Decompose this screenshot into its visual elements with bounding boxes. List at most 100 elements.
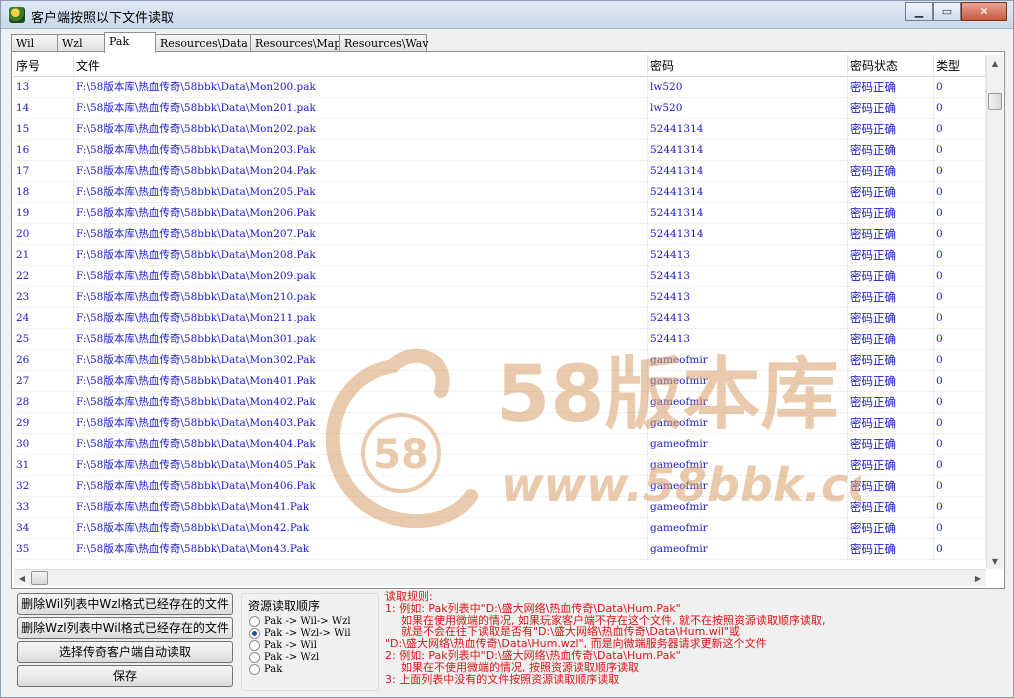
tab-pak[interactable]: Pak <box>104 32 156 53</box>
table-row[interactable]: 17 F:\58版本库\热血传奇\58bbk\Data\Mon204.Pak 524… <box>14 161 986 182</box>
row-password-status: 密码正确 <box>848 119 934 140</box>
row-password: 524413 <box>648 266 848 287</box>
save-button[interactable]: 保存 <box>17 665 233 687</box>
table-row[interactable]: 31 F:\58版本库\热血传奇\58bbk\Data\Mon405.Pak gam… <box>14 455 986 476</box>
table-row[interactable]: 20 F:\58版本库\热血传奇\58bbk\Data\Mon207.Pak 524… <box>14 224 986 245</box>
row-password-status: 密码正确 <box>848 161 934 182</box>
vertical-scrollbar[interactable]: ▲ ▼ <box>986 55 1003 569</box>
scroll-down-arrow-icon[interactable]: ▼ <box>987 553 1003 569</box>
table-row[interactable]: 28 F:\58版本库\热血传奇\58bbk\Data\Mon402.Pak gam… <box>14 392 986 413</box>
row-password: 524413 <box>648 308 848 329</box>
row-file-path: F:\58版本库\热血传奇\58bbk\Data\Mon406.Pak <box>74 476 648 497</box>
row-password-status: 密码正确 <box>848 140 934 161</box>
row-password: gameofmir <box>648 518 848 539</box>
table-row[interactable]: 19 F:\58版本库\热血传奇\58bbk\Data\Mon206.Pak 524… <box>14 203 986 224</box>
radio-circle-icon[interactable] <box>249 651 260 663</box>
table-row[interactable]: 15 F:\58版本库\热血传奇\58bbk\Data\Mon202.pak 524… <box>14 119 986 140</box>
column-header-index[interactable]: 序号 <box>14 55 74 77</box>
tab-wil[interactable]: Wil <box>11 34 58 52</box>
row-password-status: 密码正确 <box>848 182 934 203</box>
delete-wil-duplicates-button[interactable]: 删除Wil列表中Wzl格式已经存在的文件 <box>17 593 233 615</box>
row-type: 0 <box>934 413 986 434</box>
radio-circle-icon[interactable] <box>249 615 260 627</box>
table-row[interactable]: 29 F:\58版本库\热血传奇\58bbk\Data\Mon403.Pak gam… <box>14 413 986 434</box>
row-file-path: F:\58版本库\热血传奇\58bbk\Data\Mon204.Pak <box>74 161 648 182</box>
row-password: gameofmir <box>648 350 848 371</box>
row-password-status: 密码正确 <box>848 245 934 266</box>
read-order-radio[interactable]: Pak <box>249 663 282 675</box>
row-index: 30 <box>14 434 74 455</box>
row-file-path: F:\58版本库\热血传奇\58bbk\Data\Mon208.Pak <box>74 245 648 266</box>
column-header-password[interactable]: 密码 <box>648 55 848 77</box>
maximize-button[interactable]: ▭ <box>933 2 961 21</box>
column-header-password-status[interactable]: 密码状态 <box>848 55 934 77</box>
rules-line: 2: 例如: Pak列表中"D:\盛大网络\热血传奇\Data\Hum.Pak" <box>385 648 681 662</box>
title-bar[interactable]: 客户端按照以下文件读取 ▁ ▭ ✕ <box>1 1 1013 29</box>
row-file-path: F:\58版本库\热血传奇\58bbk\Data\Mon205.Pak <box>74 182 648 203</box>
table-row[interactable]: 13 F:\58版本库\热血传奇\58bbk\Data\Mon200.pak lw5… <box>14 77 986 98</box>
table-row[interactable]: 32 F:\58版本库\热血传奇\58bbk\Data\Mon406.Pak gam… <box>14 476 986 497</box>
radio-circle-icon[interactable] <box>249 663 260 675</box>
table-row[interactable]: 33 F:\58版本库\热血传奇\58bbk\Data\Mon41.Pak game… <box>14 497 986 518</box>
row-type: 0 <box>934 266 986 287</box>
read-order-radio[interactable]: Pak -> Wzl-> Wil <box>249 627 351 639</box>
table-row[interactable]: 24 F:\58版本库\热血传奇\58bbk\Data\Mon211.pak 524… <box>14 308 986 329</box>
row-index: 18 <box>14 182 74 203</box>
read-rules: 读取规则: 1: 例如: Pak列表中"D:\盛大网络\热血传奇\Data\Hu… <box>385 591 1005 685</box>
tab-resources-data[interactable]: Resources\Data <box>155 34 251 52</box>
table-row[interactable]: 26 F:\58版本库\热血传奇\58bbk\Data\Mon302.Pak gam… <box>14 350 986 371</box>
vertical-scroll-thumb[interactable] <box>988 93 1002 110</box>
tab-wzl[interactable]: Wzl <box>57 34 105 52</box>
row-type: 0 <box>934 518 986 539</box>
scroll-up-arrow-icon[interactable]: ▲ <box>987 55 1003 71</box>
column-header-file[interactable]: 文件 <box>74 55 648 77</box>
delete-wzl-duplicates-button[interactable]: 删除Wzl列表中Wil格式已经存在的文件 <box>17 617 233 639</box>
close-button[interactable]: ✕ <box>961 2 1007 21</box>
minimize-button[interactable]: ▁ <box>905 2 933 21</box>
row-password: gameofmir <box>648 413 848 434</box>
table-row[interactable]: 25 F:\58版本库\热血传奇\58bbk\Data\Mon301.pak 524… <box>14 329 986 350</box>
row-file-path: F:\58版本库\热血传奇\58bbk\Data\Mon401.Pak <box>74 371 648 392</box>
table-row[interactable]: 18 F:\58版本库\热血传奇\58bbk\Data\Mon205.Pak 524… <box>14 182 986 203</box>
app-icon <box>9 7 25 23</box>
table-row[interactable]: 35 F:\58版本库\热血传奇\58bbk\Data\Mon43.Pak game… <box>14 539 986 560</box>
row-password: 52441314 <box>648 161 848 182</box>
horizontal-scroll-thumb[interactable] <box>31 571 48 585</box>
table-row[interactable]: 16 F:\58版本库\热血传奇\58bbk\Data\Mon203.Pak 524… <box>14 140 986 161</box>
row-type: 0 <box>934 350 986 371</box>
rules-line: 1: 例如: Pak列表中"D:\盛大网络\热血传奇\Data\Hum.Pak" <box>385 601 681 615</box>
row-index: 20 <box>14 224 74 245</box>
tab-resources-wav[interactable]: Resources\Wav <box>339 34 429 52</box>
row-type: 0 <box>934 497 986 518</box>
row-password: lw520 <box>648 98 848 119</box>
row-password-status: 密码正确 <box>848 350 934 371</box>
table-row[interactable]: 14 F:\58版本库\热血传奇\58bbk\Data\Mon201.pak lw5… <box>14 98 986 119</box>
radio-circle-icon[interactable] <box>249 627 260 639</box>
row-file-path: F:\58版本库\热血传奇\58bbk\Data\Mon404.Pak <box>74 434 648 455</box>
read-order-radio[interactable]: Pak -> Wzl <box>249 651 319 663</box>
table-row[interactable]: 23 F:\58版本库\热血传奇\58bbk\Data\Mon210.pak 524… <box>14 287 986 308</box>
row-password-status: 密码正确 <box>848 497 934 518</box>
table-row[interactable]: 27 F:\58版本库\热血传奇\58bbk\Data\Mon401.Pak gam… <box>14 371 986 392</box>
read-order-radio[interactable]: Pak -> Wil <box>249 639 317 651</box>
tab-resources-map[interactable]: Resources\Map <box>250 34 341 52</box>
scroll-right-arrow-icon[interactable]: ▶ <box>970 570 986 586</box>
row-password: gameofmir <box>648 434 848 455</box>
row-password: gameofmir <box>648 392 848 413</box>
column-header-type[interactable]: 类型 <box>934 55 986 77</box>
table-row[interactable]: 21 F:\58版本库\热血传奇\58bbk\Data\Mon208.Pak 524… <box>14 245 986 266</box>
row-type: 0 <box>934 224 986 245</box>
row-index: 26 <box>14 350 74 371</box>
table-row[interactable]: 30 F:\58版本库\热血传奇\58bbk\Data\Mon404.Pak gam… <box>14 434 986 455</box>
scroll-left-arrow-icon[interactable]: ◀ <box>14 570 30 586</box>
row-password: 52441314 <box>648 119 848 140</box>
table-row[interactable]: 34 F:\58版本库\热血传奇\58bbk\Data\Mon42.Pak game… <box>14 518 986 539</box>
read-order-radio[interactable]: Pak -> Wil-> Wzl <box>249 615 351 627</box>
row-file-path: F:\58版本库\热血传奇\58bbk\Data\Mon301.pak <box>74 329 648 350</box>
file-list[interactable]: 序号 文件 密码 密码状态 类型 13 F:\58版本库\热血传奇\58bbk\D… <box>14 55 986 569</box>
auto-read-client-button[interactable]: 选择传奇客户端自动读取 <box>17 641 233 663</box>
row-password: gameofmir <box>648 371 848 392</box>
horizontal-scrollbar[interactable]: ◀ ▶ <box>14 569 986 586</box>
table-row[interactable]: 22 F:\58版本库\热血传奇\58bbk\Data\Mon209.pak 524… <box>14 266 986 287</box>
radio-circle-icon[interactable] <box>249 639 260 651</box>
